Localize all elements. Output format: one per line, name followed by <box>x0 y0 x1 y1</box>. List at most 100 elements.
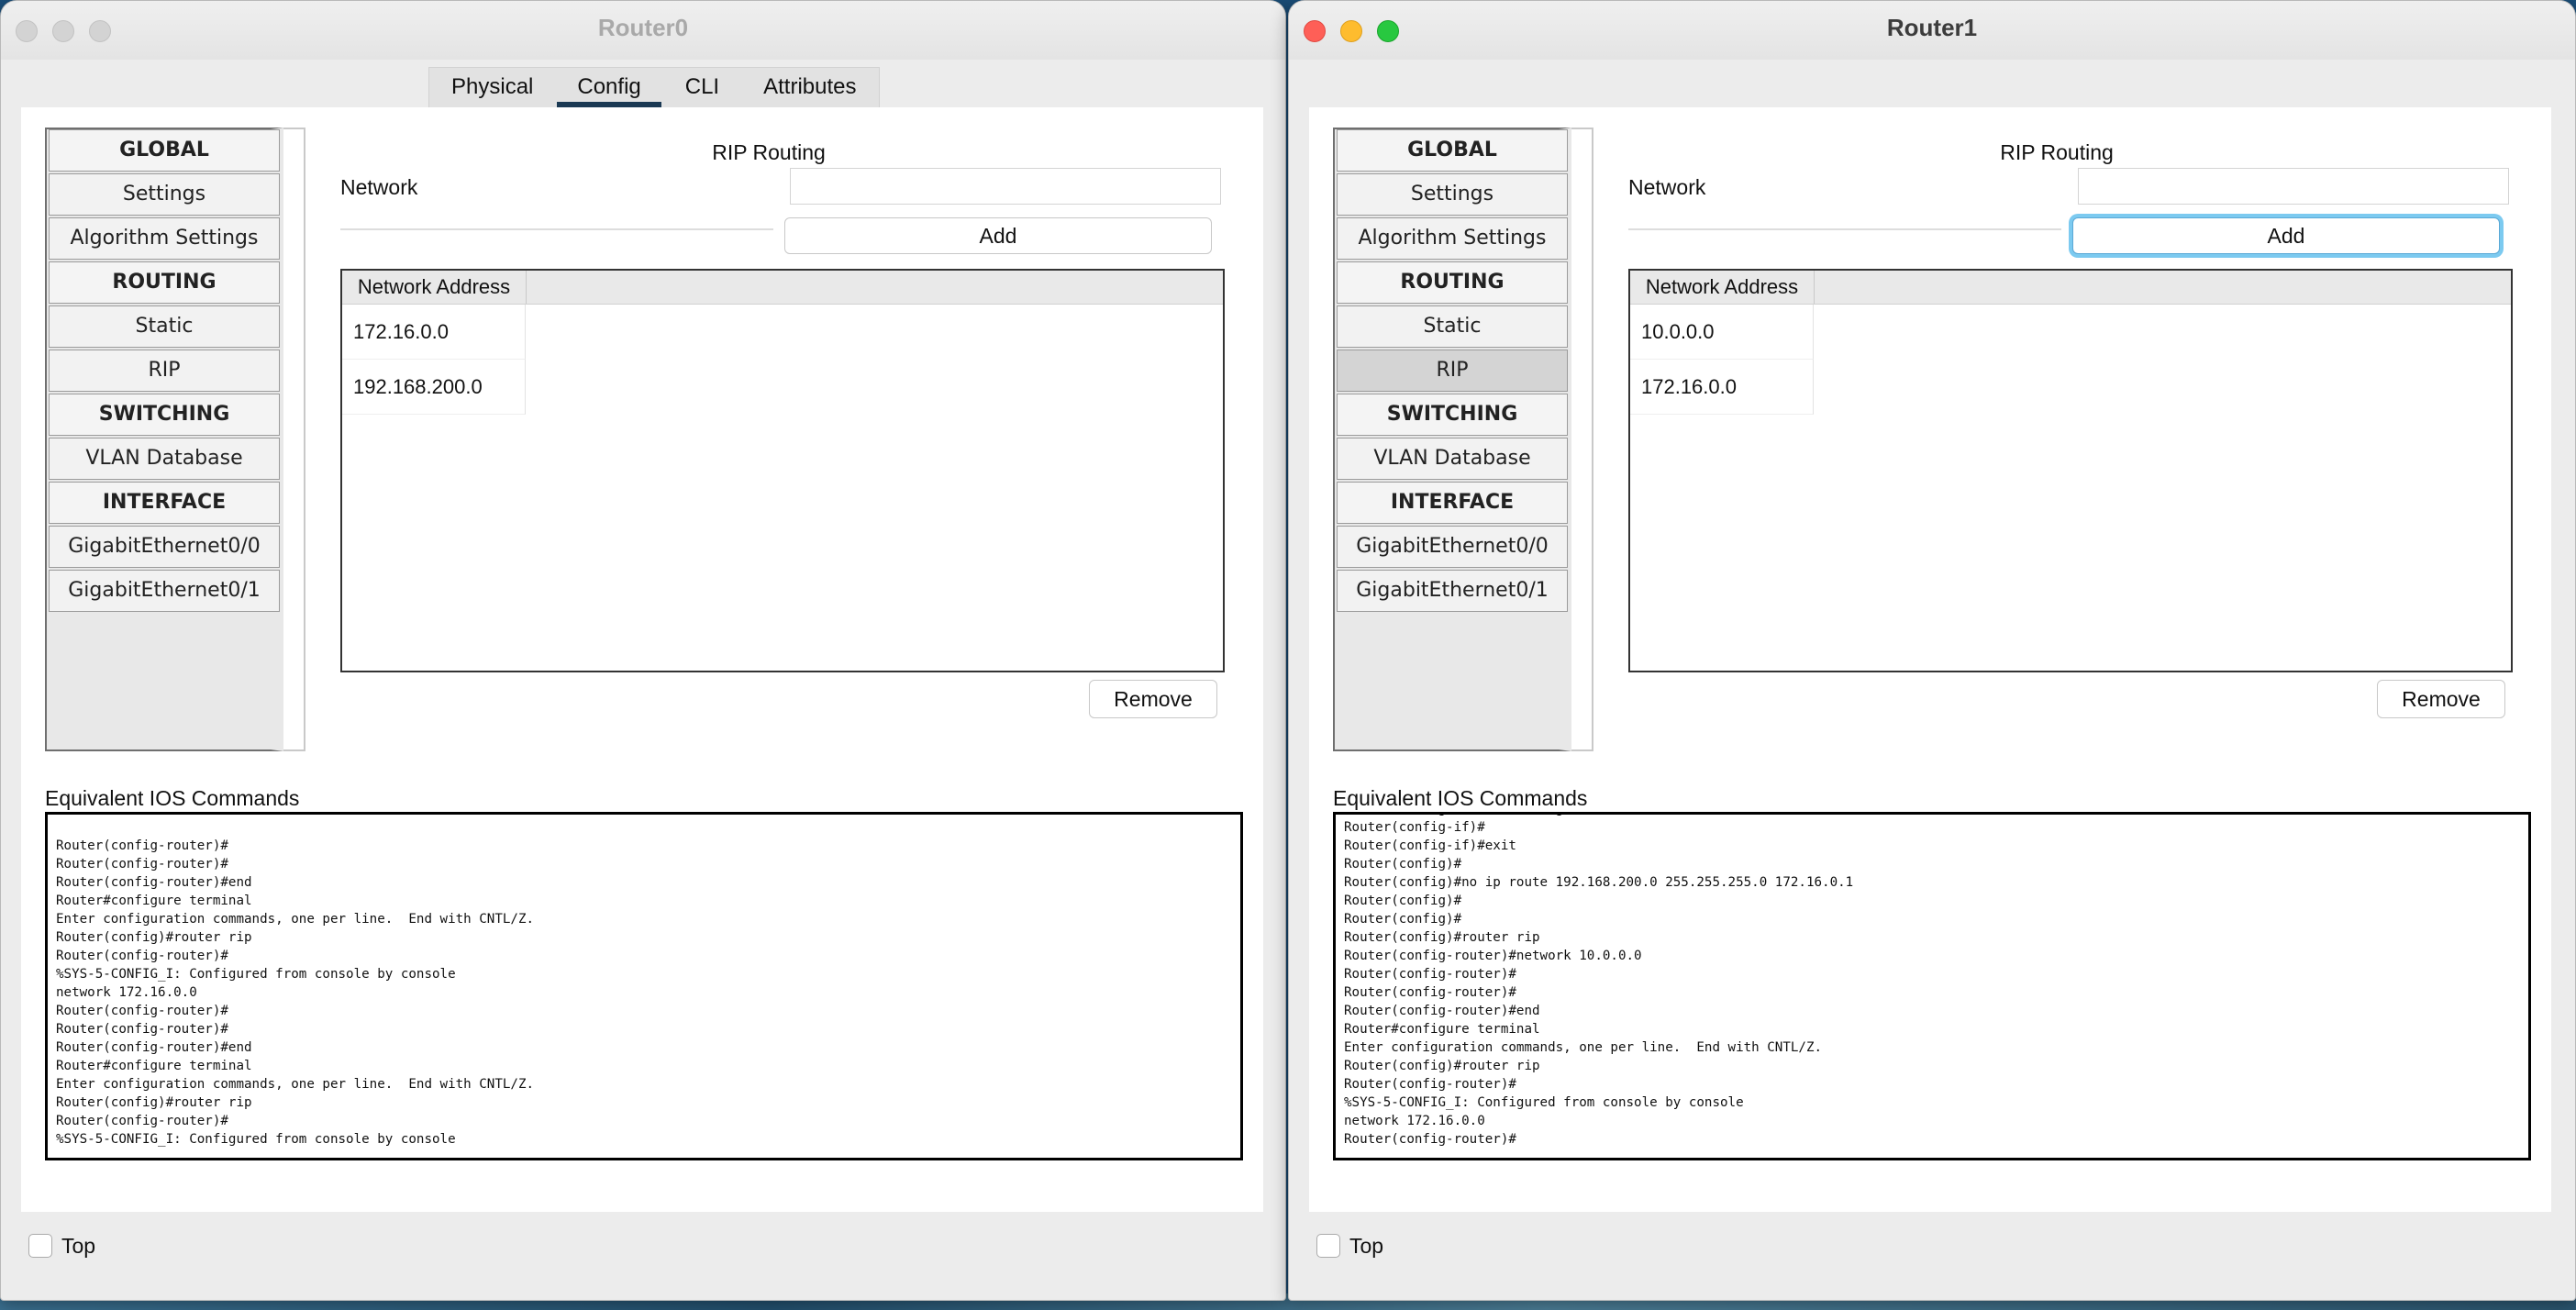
sidebar-item-gigabitethernet0-1[interactable]: GigabitEthernet0/1 <box>1337 570 1568 612</box>
tab-cli[interactable]: CLI <box>663 68 741 108</box>
column-network-address[interactable]: Network Address <box>1630 271 1815 304</box>
ios-command-line: %SYS-5-CONFIG_I: Configured from console… <box>1344 1095 1744 1110</box>
remove-button[interactable]: Remove <box>1089 680 1217 718</box>
table-row[interactable]: 172.16.0.0 <box>1630 360 1814 415</box>
ios-command-line: Router(config-if)#exit <box>1344 838 1516 853</box>
table-body: 10.0.0.0 172.16.0.0 <box>1630 305 2511 415</box>
ios-command-line: Router(config-router)# <box>56 949 228 963</box>
ios-command-line: Router(config)# <box>1344 857 1462 871</box>
ios-command-lines: Router(config-router)# Router(config-rout… <box>56 837 1235 1149</box>
ios-command-line: Router(config)#router rip <box>56 1095 252 1110</box>
ios-command-line: Router(config-router)# <box>56 1022 228 1037</box>
window-title: Router1 <box>1886 14 1978 41</box>
ios-command-line: Router#configure terminal <box>1344 1022 1540 1037</box>
sidebar-item-routing[interactable]: ROUTING <box>1337 261 1568 304</box>
sidebar-item-switching[interactable]: SWITCHING <box>49 394 280 436</box>
tab-physical[interactable]: Physical <box>429 68 555 108</box>
ios-command-line: %SYS-5-CONFIG_I: Configured from console… <box>56 1132 456 1147</box>
ios-command-line: Router(config-router)#end <box>1344 1004 1540 1018</box>
table-row[interactable]: 192.168.200.0 <box>342 360 526 415</box>
tab-attributes[interactable]: Attributes <box>741 68 878 108</box>
ios-command-line: Router(config-router)# <box>1344 1132 1516 1147</box>
sidebar-item-gigabitethernet0-1[interactable]: GigabitEthernet0/1 <box>49 570 280 612</box>
sidebar-item-interface[interactable]: INTERFACE <box>49 482 280 524</box>
ios-command-line: Router(config-router)#end <box>56 875 252 890</box>
config-panel: GLOBAL Settings Algorithm Settings ROUTING S… <box>1309 107 2551 1212</box>
ios-command-line: %SYS-5-CONFIG_I: Configured from console… <box>56 967 456 982</box>
ios-command-line: Router(config-router)# <box>56 1114 228 1128</box>
ios-commands-label: Equivalent IOS Commands <box>1333 786 1588 810</box>
top-checkbox[interactable] <box>28 1234 52 1258</box>
remove-button[interactable]: Remove <box>2377 680 2505 718</box>
sidebar-item-vlan-database[interactable]: VLAN Database <box>1337 438 1568 480</box>
config-sidebar: GLOBAL Settings Algorithm Settings ROUTING S… <box>45 128 283 751</box>
top-checkbox[interactable] <box>1316 1234 1340 1258</box>
sidebar-item-routing[interactable]: ROUTING <box>49 261 280 304</box>
add-button[interactable]: Add <box>784 217 1212 254</box>
ios-command-line: network 172.16.0.0 <box>56 985 197 1000</box>
sidebar-item-rip[interactable]: RIP <box>49 350 280 392</box>
tab-config[interactable]: Config <box>555 68 662 108</box>
top-checkbox-label: Top <box>61 1234 96 1258</box>
ios-command-line: Router(config)#router rip <box>1344 1059 1540 1073</box>
ios-command-line: Router#configure terminal <box>56 894 252 908</box>
network-label: Network <box>340 175 418 199</box>
ios-command-line: Router(config)# <box>1344 894 1462 908</box>
ios-command-line: Router(config-if)# <box>1344 820 1485 835</box>
sidebar-item-vlan-database[interactable]: VLAN Database <box>49 438 280 480</box>
panel-title: RIP Routing <box>712 140 826 164</box>
ios-command-line: Router(config)#interface GigabitEthernet… <box>1344 815 2523 818</box>
sidebar-item-global[interactable]: GLOBAL <box>1337 129 1568 172</box>
sidebar-item-static[interactable]: Static <box>1337 305 1568 348</box>
sidebar-item-static[interactable]: Static <box>49 305 280 348</box>
network-label: Network <box>1628 175 1706 199</box>
router0-window: Router0 Physical Config CLI Attributes GLOB… <box>0 0 1286 1301</box>
network-input[interactable] <box>790 168 1221 205</box>
window-titlebar[interactable]: Router0 <box>1 1 1285 60</box>
ios-command-line: Router(config)# <box>1344 912 1462 927</box>
ios-command-line: Enter configuration commands, one per li… <box>56 1077 535 1092</box>
ios-commands-console[interactable]: Router(config)#interface GigabitEthernet… <box>1333 812 2531 1160</box>
ios-command-line: Router(config-router)#network 10.0.0.0 <box>1344 949 1642 963</box>
network-address-table: Network Address 172.16.0.0 192.168.200.0 <box>340 269 1225 672</box>
ios-command-line: Router(config)#router rip <box>56 930 252 945</box>
panel-title: RIP Routing <box>2000 140 2114 164</box>
ios-command-line: Router(config-router)# <box>56 857 228 871</box>
sidebar-item-global[interactable]: GLOBAL <box>49 129 280 172</box>
tab-bar: Physical Config CLI Attributes <box>428 67 880 108</box>
sidebar-item-settings[interactable]: Settings <box>1337 173 1568 216</box>
ios-command-line: Router(config-router)#end <box>56 1040 252 1055</box>
window-titlebar[interactable]: Router1 <box>1289 1 2575 60</box>
network-address-table: Network Address 10.0.0.0 172.16.0.0 <box>1628 269 2513 672</box>
ios-command-line: Router(config)#router rip <box>1344 930 1540 945</box>
table-row[interactable]: 10.0.0.0 <box>1630 305 1814 360</box>
sidebar-item-algorithm-settings[interactable]: Algorithm Settings <box>49 217 280 260</box>
table-row[interactable]: 172.16.0.0 <box>342 305 526 360</box>
top-checkbox-label: Top <box>1349 1234 1384 1258</box>
column-network-address[interactable]: Network Address <box>342 271 527 304</box>
ios-command-line: Router(config-router)# <box>1344 985 1516 1000</box>
ios-command-line: Router(config-router)# <box>1344 967 1516 982</box>
sidebar-item-gigabitethernet0-0[interactable]: GigabitEthernet0/0 <box>49 526 280 568</box>
network-input[interactable] <box>2078 168 2509 205</box>
ios-command-line: Enter configuration commands, one per li… <box>1344 1040 1823 1055</box>
ios-command-line: Router(config)#no ip route 192.168.200.0… <box>1344 875 1854 890</box>
sidebar-item-gigabitethernet0-0[interactable]: GigabitEthernet0/0 <box>1337 526 1568 568</box>
config-panel: GLOBAL Settings Algorithm Settings ROUTING S… <box>21 107 1263 1212</box>
ios-command-line: Enter configuration commands, one per li… <box>56 912 535 927</box>
ios-command-line: Router(config-router)# <box>1344 1077 1516 1092</box>
sidebar-item-interface[interactable]: INTERFACE <box>1337 482 1568 524</box>
sidebar-item-algorithm-settings[interactable]: Algorithm Settings <box>1337 217 1568 260</box>
separator <box>340 228 773 230</box>
table-body: 172.16.0.0 192.168.200.0 <box>342 305 1223 415</box>
separator <box>1628 228 2061 230</box>
ios-commands-console[interactable]: Router(config-router)# Router(config-rout… <box>45 812 1243 1160</box>
add-button[interactable]: Add <box>2072 217 2500 254</box>
sidebar-item-switching[interactable]: SWITCHING <box>1337 394 1568 436</box>
table-header: Network Address <box>1630 271 2511 305</box>
router1-window: Router1 PhysicalConfigCLIAttributes GLOB… <box>1288 0 2576 1301</box>
ios-command-lines: Router(config)#interface GigabitEthernet… <box>1344 815 2523 1149</box>
sidebar-item-rip[interactable]: RIP <box>1337 350 1568 392</box>
config-sidebar: GLOBAL Settings Algorithm Settings ROUTING S… <box>1333 128 1571 751</box>
sidebar-item-settings[interactable]: Settings <box>49 173 280 216</box>
